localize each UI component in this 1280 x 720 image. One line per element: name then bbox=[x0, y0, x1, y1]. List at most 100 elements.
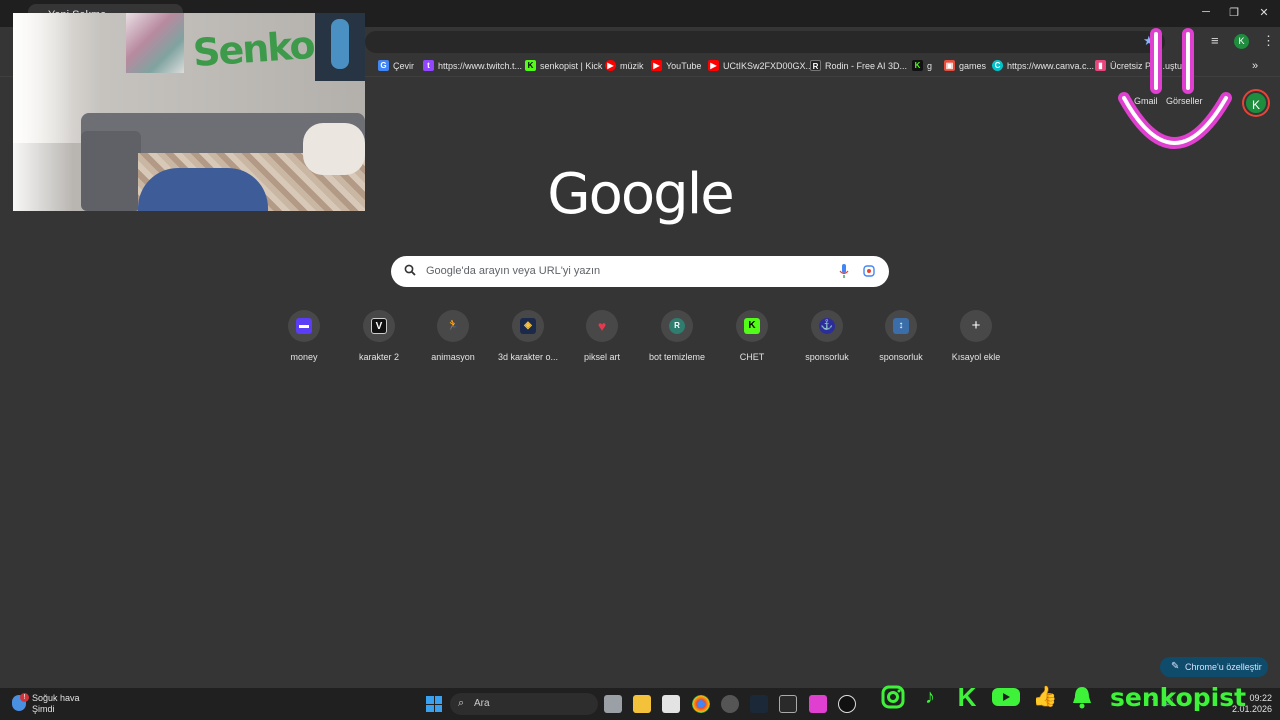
bookmark-item[interactable]: Chttps://www.canva.c... bbox=[992, 60, 1094, 71]
bookmark-item[interactable]: t https://www.twitch.t... bbox=[423, 60, 522, 71]
shortcut-bot-temizleme[interactable]: Rbot temizleme bbox=[640, 310, 714, 362]
search-box[interactable]: Google'da arayın veya URL'yi yazın bbox=[391, 256, 889, 287]
webcam-window-light bbox=[13, 13, 73, 211]
customize-chrome-button[interactable]: ✎ Chrome'u özelleştir bbox=[1160, 657, 1268, 677]
webcam-sofa-arm bbox=[81, 131, 141, 211]
address-bar[interactable] bbox=[365, 31, 1165, 53]
shortcut-label: sponsorluk bbox=[805, 352, 849, 362]
steam-icon[interactable] bbox=[750, 695, 768, 713]
google-account-avatar[interactable]: K bbox=[1244, 91, 1268, 115]
webcam-chair bbox=[138, 168, 268, 211]
shortcut-sponsorluk[interactable]: ⚓ sponsorluk bbox=[790, 310, 864, 362]
taskbar-search-label: Ara bbox=[474, 698, 490, 709]
bookmark-item[interactable]: ▶ YouTube bbox=[651, 60, 701, 71]
bookmark-item[interactable]: ▶ müzik bbox=[605, 60, 644, 71]
shortcut-icon-bg: R bbox=[661, 310, 693, 342]
bell-icon bbox=[1073, 687, 1091, 709]
shortcut-label: money bbox=[290, 352, 318, 362]
shortcut-icon-bg: 🏃 bbox=[437, 310, 469, 342]
shortcut-money[interactable]: ▬ money bbox=[267, 310, 341, 362]
shortcut-add[interactable]: + Kısayol ekle bbox=[939, 310, 1013, 362]
maximize-button[interactable]: ❐ bbox=[1226, 6, 1242, 19]
shortcut-icon-bg: ♥ bbox=[586, 310, 618, 342]
canva-icon: C bbox=[992, 60, 1003, 71]
bookmark-item[interactable]: R Rodin - Free AI 3D... bbox=[810, 60, 907, 71]
shortcut-label: sponsorluk bbox=[879, 352, 923, 362]
file-explorer-icon[interactable] bbox=[633, 695, 651, 713]
profile-button[interactable]: K bbox=[1234, 34, 1249, 49]
webcam-pillow bbox=[303, 123, 365, 175]
unreal-engine-icon[interactable] bbox=[838, 695, 856, 713]
bookmark-item[interactable]: ▣ games bbox=[944, 60, 986, 71]
webcam-overlay: Senko bbox=[13, 13, 365, 211]
thumbs-up-icon: 👍 bbox=[1032, 686, 1058, 708]
obs-icon[interactable] bbox=[721, 695, 739, 713]
shortcut-label: animasyon bbox=[431, 352, 475, 362]
microphone-icon[interactable] bbox=[839, 264, 849, 279]
minimize-button[interactable]: ─ bbox=[1198, 6, 1214, 18]
kick-icon: K bbox=[744, 318, 760, 334]
bookmark-item[interactable]: Kg bbox=[912, 60, 932, 71]
add-icon: + bbox=[971, 317, 981, 334]
bookmark-item[interactable]: G Çevir bbox=[378, 60, 414, 71]
task-view-icon[interactable] bbox=[604, 695, 622, 713]
shortcut-icon-bg: V bbox=[363, 310, 395, 342]
google-lens-icon[interactable] bbox=[863, 265, 875, 277]
games-icon: ▣ bbox=[944, 60, 955, 71]
windows-start-icon[interactable] bbox=[426, 696, 442, 712]
r-letter-icon: R bbox=[669, 318, 685, 334]
search-icon: ⌕ bbox=[458, 697, 465, 709]
shortcut-icon-bg: ▬ bbox=[288, 310, 320, 342]
shortcut-label: CHET bbox=[739, 352, 765, 362]
youtube-icon: ▶ bbox=[651, 60, 662, 71]
shortcut-icon-bg: K bbox=[736, 310, 768, 342]
tiktok-icon: ♪ bbox=[925, 686, 935, 708]
3d-character-icon: ◈ bbox=[520, 318, 536, 334]
shortcut-animasyon[interactable]: 🏃 animasyon bbox=[416, 310, 490, 362]
pencil-icon: ✎ bbox=[1171, 661, 1180, 672]
mixamo-icon: 🏃 bbox=[446, 320, 460, 331]
webcam-poster bbox=[126, 13, 184, 73]
bookmark-label: https://www.twitch.t... bbox=[438, 60, 523, 71]
weather-widget[interactable]: ! Soğuk hava Şimdi bbox=[12, 693, 80, 715]
taskbar-search[interactable]: ⌕ Ara bbox=[450, 693, 598, 715]
shortcut-icon-bg: ↕ bbox=[885, 310, 917, 342]
customize-label: Chrome'u özelleştir bbox=[1185, 662, 1262, 672]
shortcut-piksel-art[interactable]: ♥ piksel art bbox=[565, 310, 639, 362]
shortcut-karakter-2[interactable]: Vkarakter 2 bbox=[342, 310, 416, 362]
shortcut-3d-karakter[interactable]: ◈ 3d karakter o... bbox=[491, 310, 565, 362]
money-icon: ▬ bbox=[296, 318, 312, 334]
kick-icon: K bbox=[957, 682, 977, 712]
rodin-icon: R bbox=[810, 60, 821, 71]
bookmark-item[interactable]: ▶ UCtIKSw2FXD00GX... bbox=[708, 60, 813, 71]
shortcut-label: 3d karakter o... bbox=[497, 352, 559, 362]
weather-alert-badge: ! bbox=[20, 693, 29, 702]
smiley-overlay-icon bbox=[1118, 28, 1232, 149]
shortcut-label: karakter 2 bbox=[358, 352, 400, 362]
shortcut-icon-bg: ◈ bbox=[512, 310, 544, 342]
chrome-icon[interactable] bbox=[692, 695, 710, 713]
shortcut-icon-bg: ⚓ bbox=[811, 310, 843, 342]
store-icon[interactable] bbox=[662, 695, 680, 713]
bookmark-label: UCtIKSw2FXD00GX... bbox=[723, 60, 814, 71]
webcam-poster bbox=[315, 13, 365, 81]
close-button[interactable]: ✕ bbox=[1256, 6, 1272, 19]
shortcut-sponsorluk-2[interactable]: ↕ sponsorluk bbox=[864, 310, 938, 362]
bookmark-label: müzik bbox=[620, 60, 644, 71]
youtube-icon: ▶ bbox=[708, 60, 719, 71]
epic-games-icon[interactable] bbox=[779, 695, 797, 713]
bookmark-item[interactable]: Ksenkopist | Kick bbox=[525, 60, 602, 71]
bookmark-label: YouTube bbox=[666, 60, 702, 71]
youtube-icon bbox=[992, 688, 1020, 706]
bookmark-label: Rodin - Free AI 3D... bbox=[825, 60, 908, 71]
shortcut-chet[interactable]: K CHET bbox=[715, 310, 789, 362]
instagram-icon bbox=[881, 685, 905, 709]
bookmark-label: senkopist | Kick bbox=[540, 60, 603, 71]
pixel-art-icon: ♥ bbox=[597, 318, 607, 334]
webcam-wall-text: Senko bbox=[191, 22, 315, 76]
more-bookmarks-icon[interactable]: » bbox=[1252, 60, 1258, 72]
google-logo: Google bbox=[547, 162, 734, 227]
menu-icon[interactable]: ⋮ bbox=[1262, 33, 1275, 49]
app-icon[interactable] bbox=[809, 695, 827, 713]
sponsor-icon: ⚓ bbox=[819, 318, 835, 334]
